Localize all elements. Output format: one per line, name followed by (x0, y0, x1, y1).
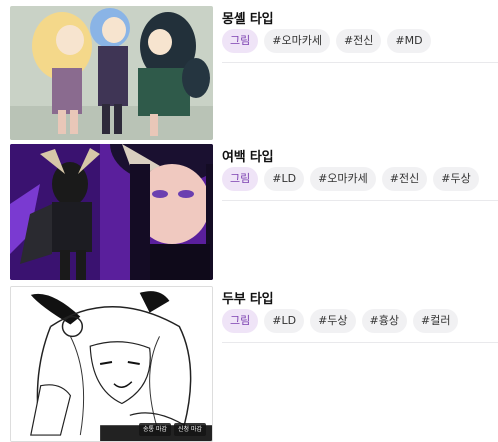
tag[interactable]: #LD (264, 167, 305, 191)
card-info: 여백 타입 그림 #LD #오마카세 #전신 #두상 (222, 144, 498, 201)
card-title[interactable]: 두부 타입 (222, 288, 274, 307)
card-title[interactable]: 몽셸 타입 (222, 8, 274, 27)
product-card[interactable]: 몽셸 타입 그림 #오마카세 #전신 #MD (0, 6, 498, 140)
thumbnail-image[interactable] (10, 144, 213, 280)
card-info: 두부 타입 그림 #LD #두상 #흉상 #컬러 (222, 286, 498, 343)
card-title[interactable]: 여백 타입 (222, 146, 274, 165)
tag[interactable]: #오마카세 (264, 29, 330, 53)
tag[interactable]: #두상 (433, 167, 479, 191)
product-card[interactable]: 여백 타입 그림 #LD #오마카세 #전신 #두상 (0, 144, 498, 280)
tag[interactable]: #전신 (381, 167, 428, 191)
tag[interactable]: #두상 (310, 309, 356, 333)
tag-list: 그림 #LD #오마카세 #전신 #두상 (222, 167, 479, 191)
thumbnail-image[interactable]: 송통 마감 신청 마감 (10, 286, 213, 442)
tag[interactable]: #LD (264, 309, 305, 333)
divider (222, 200, 498, 201)
tag[interactable]: #흉상 (361, 309, 408, 333)
status-badge: 신청 마감 (174, 423, 206, 436)
card-info: 몽셸 타입 그림 #오마카세 #전신 #MD (222, 6, 498, 63)
divider (222, 62, 498, 63)
tag[interactable]: #컬러 (413, 309, 459, 333)
tag-list: 그림 #오마카세 #전신 #MD (222, 29, 431, 53)
tag[interactable]: #전신 (335, 29, 382, 53)
tag[interactable]: #MD (387, 29, 431, 53)
tag-category[interactable]: 그림 (222, 309, 259, 333)
tag-category[interactable]: 그림 (222, 167, 259, 191)
badge-group: 송통 마감 신청 마감 (139, 423, 206, 436)
divider (222, 342, 498, 343)
tag[interactable]: #오마카세 (310, 167, 376, 191)
product-card[interactable]: 송통 마감 신청 마감 두부 타입 그림 #LD #두상 #흉상 #컬러 (0, 286, 498, 442)
thumbnail-image[interactable] (10, 6, 213, 140)
tag-category[interactable]: 그림 (222, 29, 259, 53)
status-badge: 송통 마감 (139, 423, 171, 436)
tag-list: 그림 #LD #두상 #흉상 #컬러 (222, 309, 459, 333)
